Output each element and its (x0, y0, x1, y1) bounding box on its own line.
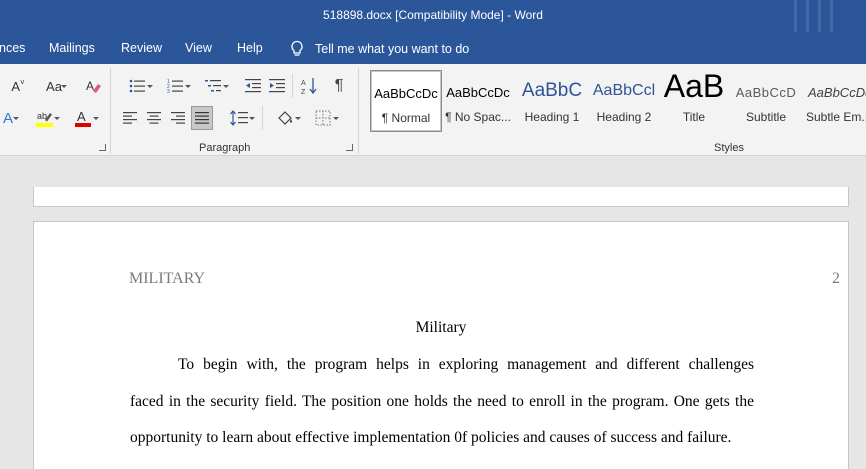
numbering-icon: 1 2 3 (167, 79, 183, 93)
paragraph-line: opportunity to learn about effective imp… (130, 429, 732, 446)
paragraph-group-label: Paragraph (199, 142, 251, 154)
sort-icon: A Z (301, 78, 317, 95)
multilevel-list-button[interactable] (196, 76, 230, 96)
svg-text:A: A (86, 79, 94, 93)
style-name: Subtitle (745, 110, 787, 124)
document-canvas[interactable]: MILITARY 2 Military To begin with, the p… (0, 157, 866, 469)
grow-font-button[interactable]: A ˅ (6, 76, 30, 96)
style-heading-2[interactable]: AaBbCcl Heading 2 (588, 70, 660, 132)
bullets-icon (129, 79, 145, 93)
group-separator (358, 68, 359, 154)
text-effects-button[interactable]: A (0, 108, 20, 128)
align-right-icon (171, 112, 185, 124)
ribbon: A ˅ Aa A A ab A 1 2 3 A Z ¶ Paragraph Aa… (0, 64, 866, 156)
titlebar-decoration (806, 0, 809, 32)
align-center-icon (147, 112, 161, 124)
style-preview: AaBbCcDc (446, 85, 510, 100)
align-right-button[interactable] (168, 108, 188, 128)
style-heading-1[interactable]: AaBbC Heading 1 (516, 70, 588, 132)
numbering-button[interactable]: 1 2 3 (158, 76, 192, 96)
tab-view[interactable]: View (185, 41, 212, 55)
tell-me-search[interactable]: Tell me what you want to do (290, 40, 469, 58)
ribbon-tabs: nces Mailings Review View Help Tell me w… (0, 32, 866, 64)
style-preview: AaBbCcDc (808, 85, 866, 100)
multilevel-list-icon (205, 80, 221, 92)
page-number: 2 (832, 270, 840, 287)
borders-icon (315, 110, 331, 126)
style-name: ¶ No Spac... (445, 110, 511, 124)
tab-mailings[interactable]: Mailings (49, 41, 95, 55)
svg-text:Z: Z (301, 89, 306, 95)
window-title: 518898.docx [Compatibility Mode] - Word (323, 8, 543, 22)
style-no-spacing[interactable]: AaBbCcDc ¶ No Spac... (442, 70, 514, 132)
style-preview: AaB (663, 70, 725, 104)
lightbulb-icon (291, 40, 303, 56)
styles-group-label: Styles (714, 142, 744, 154)
borders-button[interactable] (306, 108, 340, 128)
style-subtle-emphasis[interactable]: AaBbCcDc Subtle Em... (802, 70, 866, 132)
titlebar-decoration (830, 0, 833, 32)
titlebar-decoration (818, 0, 821, 32)
justify-icon (195, 112, 209, 124)
titlebar-decoration (794, 0, 797, 32)
style-normal[interactable]: AaBbCcDc ¶ Normal (370, 70, 442, 132)
tab-help[interactable]: Help (237, 41, 263, 55)
svg-text:A: A (77, 109, 86, 124)
svg-text:A: A (301, 80, 306, 87)
font-color-icon: A (75, 109, 91, 127)
style-name: Heading 1 (524, 110, 580, 124)
sort-button[interactable]: A Z (298, 76, 320, 96)
button-separator (292, 74, 293, 98)
running-header: MILITARY (129, 270, 206, 287)
styles-gallery: AaBbCcDc ¶ Normal AaBbCcDc ¶ No Spac... … (366, 70, 866, 132)
button-separator (262, 106, 263, 130)
bullets-button[interactable] (120, 76, 154, 96)
tell-me-label: Tell me what you want to do (315, 42, 470, 56)
decrease-indent-icon (245, 79, 261, 93)
style-subtitle[interactable]: AaBbCcD Subtitle (730, 70, 802, 132)
align-left-icon (123, 112, 137, 124)
font-dialog-launcher[interactable] (99, 144, 106, 151)
line-spacing-button[interactable] (222, 108, 256, 128)
line-spacing-icon (230, 110, 248, 126)
page-previous-bottom (33, 187, 849, 207)
highlighter-icon: ab (36, 111, 53, 127)
style-name: Title (682, 110, 706, 124)
eraser-icon: A (86, 79, 101, 93)
pilcrow-icon: ¶ (334, 77, 344, 94)
paragraph-dialog-launcher[interactable] (346, 144, 353, 151)
style-preview: AaBbCcDc (374, 86, 438, 101)
page[interactable]: MILITARY 2 Military To begin with, the p… (33, 221, 849, 469)
group-separator (110, 68, 111, 154)
align-center-button[interactable] (144, 108, 164, 128)
increase-indent-icon (269, 79, 285, 93)
change-case-button[interactable]: Aa (37, 76, 71, 96)
clear-formatting-button[interactable]: A (82, 76, 104, 96)
tab-references[interactable]: nces (0, 41, 25, 55)
justify-button[interactable] (191, 106, 213, 130)
style-title[interactable]: AaB Title (658, 70, 730, 132)
paragraph-line: faced in the security field. The positio… (130, 393, 754, 410)
shading-button[interactable] (268, 108, 302, 128)
font-color-button[interactable]: A (66, 108, 100, 128)
tab-review[interactable]: Review (121, 41, 162, 55)
document-title: Military (415, 319, 467, 336)
style-preview: AaBbC (521, 80, 583, 101)
paint-bucket-icon (278, 111, 292, 125)
increase-indent-button[interactable] (266, 76, 288, 96)
paragraph-line: To begin with, the program helps in expl… (178, 356, 754, 373)
style-preview: AaBbCcD (735, 85, 797, 100)
highlight-color-button[interactable]: ab (28, 108, 62, 128)
svg-text:3: 3 (167, 89, 170, 93)
style-preview: AaBbCcl (592, 82, 656, 99)
decrease-indent-button[interactable] (242, 76, 264, 96)
align-left-button[interactable] (120, 108, 140, 128)
style-name: Subtle Em... (806, 110, 866, 124)
title-bar: 518898.docx [Compatibility Mode] - Word (0, 0, 866, 32)
style-name: ¶ Normal (381, 111, 431, 125)
style-name: Heading 2 (596, 110, 652, 124)
show-hide-marks-button[interactable]: ¶ (328, 76, 350, 96)
